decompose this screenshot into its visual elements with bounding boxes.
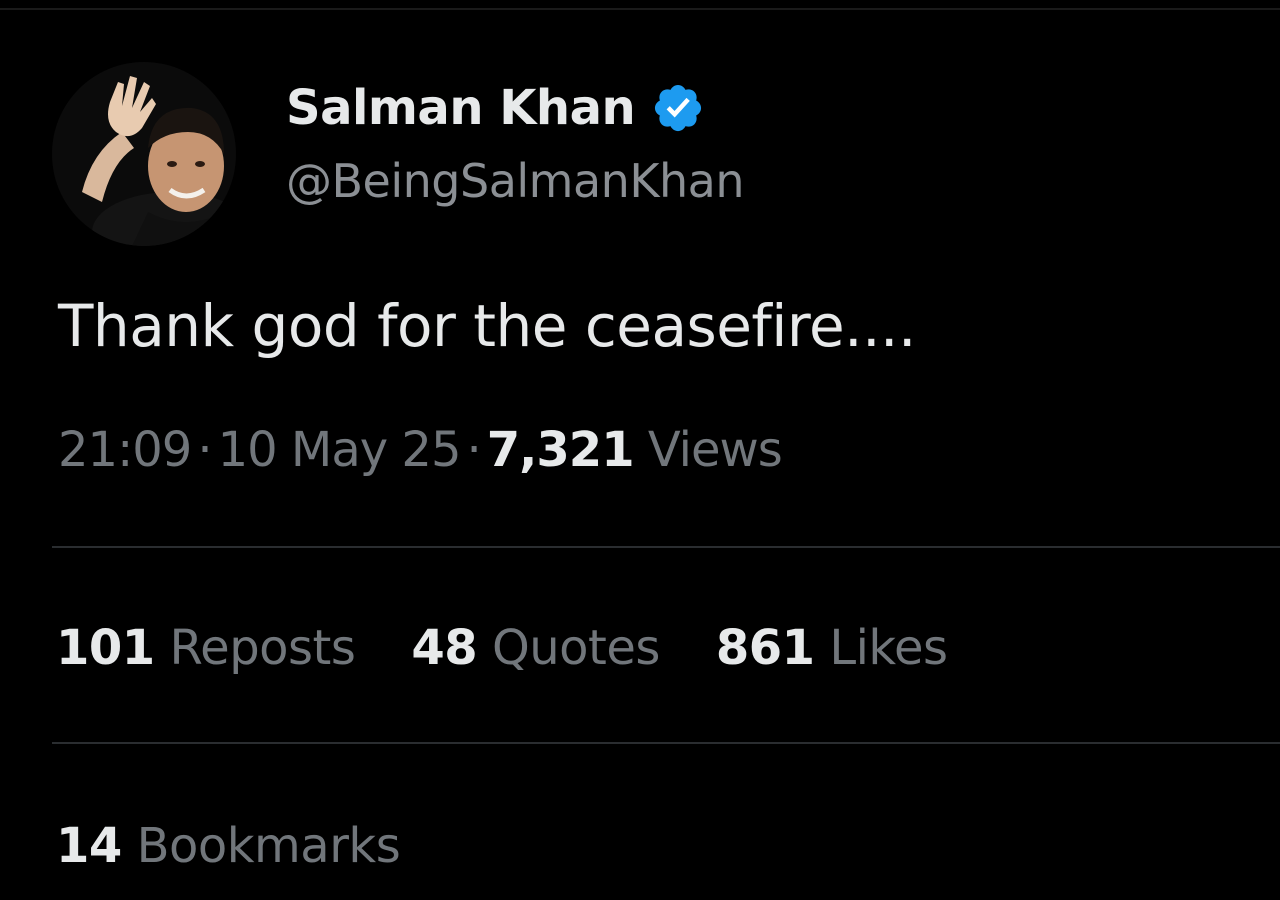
author-handle[interactable]: @BeingSalmanKhan [286, 154, 744, 208]
reposts-label: Reposts [169, 620, 356, 676]
profile-photo-avatar [52, 62, 236, 246]
views-label: Views [647, 422, 783, 478]
meta-separator: · [466, 422, 482, 478]
tweet-text: Thank god for the ceasefire.... [58, 292, 916, 360]
tweet-time[interactable]: 21:09 [58, 422, 192, 478]
tweet-meta: 21:09 · 10 May 25 · 7,321 Views [58, 422, 783, 478]
views-count: 7,321 [486, 422, 635, 478]
reposts-count: 101 [56, 620, 155, 676]
likes-stat[interactable]: 861 Likes [716, 620, 948, 676]
bookmarks-stat[interactable]: 14 Bookmarks [56, 818, 401, 874]
reposts-stat[interactable]: 101 Reposts [56, 620, 356, 676]
divider [52, 742, 1280, 744]
meta-separator: · [197, 422, 212, 478]
likes-label: Likes [829, 620, 948, 676]
quotes-stat[interactable]: 48 Quotes [411, 620, 660, 676]
divider [52, 546, 1280, 548]
avatar[interactable] [52, 62, 236, 246]
likes-count: 861 [715, 620, 815, 676]
author-name-row: Salman Khan [286, 76, 705, 140]
author-display-name[interactable]: Salman Khan [286, 80, 636, 136]
tweet-card: Salman Khan @BeingSalmanKhan Thank god f… [0, 0, 1280, 900]
quotes-count: 48 [411, 620, 478, 676]
verified-badge-icon[interactable] [651, 81, 705, 135]
bookmarks-count: 14 [56, 818, 122, 874]
engagement-stats: 101 Reposts 48 Quotes 861 Likes [56, 620, 1004, 676]
tweet-date[interactable]: 10 May 25 [218, 422, 462, 478]
quotes-label: Quotes [491, 620, 660, 676]
bookmarks-label: Bookmarks [136, 818, 401, 874]
